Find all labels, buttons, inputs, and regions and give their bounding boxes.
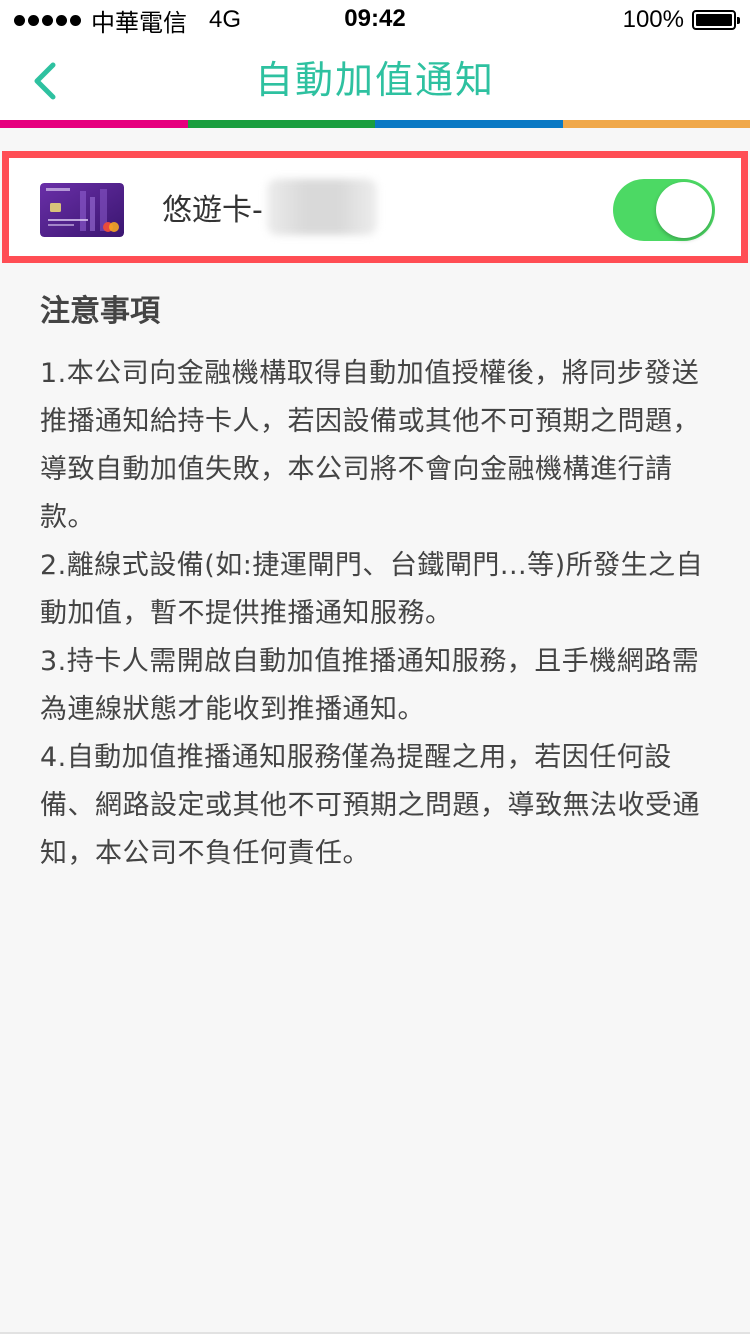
page-title: 自動加值通知 — [254, 58, 495, 102]
card-label: 悠遊卡- — [162, 158, 377, 256]
back-button[interactable] — [22, 56, 68, 106]
card-image-icon — [40, 183, 124, 237]
note-item: 4.自動加值推播通知服務僅為提醒之用，若因任何設備、網路設定或其他不可預期之問題… — [40, 742, 700, 869]
color-strip-segment — [187, 120, 375, 128]
color-strip-segment — [0, 120, 188, 128]
redacted-card-number — [266, 179, 377, 235]
notes-heading: 注意事項 — [40, 294, 160, 329]
battery-percent: 100% — [622, 6, 684, 33]
nav-bar: 自動加值通知 — [0, 40, 750, 120]
color-strip-segment — [562, 120, 750, 128]
status-right: 100% — [622, 6, 740, 34]
note-item: 1.本公司向金融機構取得自動加值授權後，將同步發送推播通知給持卡人，若因設備或其… — [40, 358, 700, 533]
brand-color-strip — [0, 120, 750, 128]
card-name: 悠遊卡- — [162, 193, 263, 228]
card-notification-row: 悠遊卡- — [2, 151, 748, 263]
color-strip-segment — [375, 120, 563, 128]
toggle-knob — [656, 182, 712, 238]
note-item: 2.離線式設備(如:捷運閘門、台鐵閘門...等)所發生之自動加值，暫不提供推播通… — [40, 550, 704, 629]
status-bar: 中華電信 4G 09:42 100% — [0, 0, 750, 40]
note-item: 3.持卡人需開啟自動加值推播通知服務，且手機網路需為連線狀態才能收到推播通知。 — [40, 646, 700, 725]
chevron-left-icon — [34, 62, 56, 100]
notification-toggle[interactable] — [613, 179, 715, 241]
notes-section: 注意事項 1.本公司向金融機構取得自動加值授權後，將同步發送推播通知給持卡人，若… — [40, 288, 712, 878]
battery-icon — [692, 10, 740, 30]
